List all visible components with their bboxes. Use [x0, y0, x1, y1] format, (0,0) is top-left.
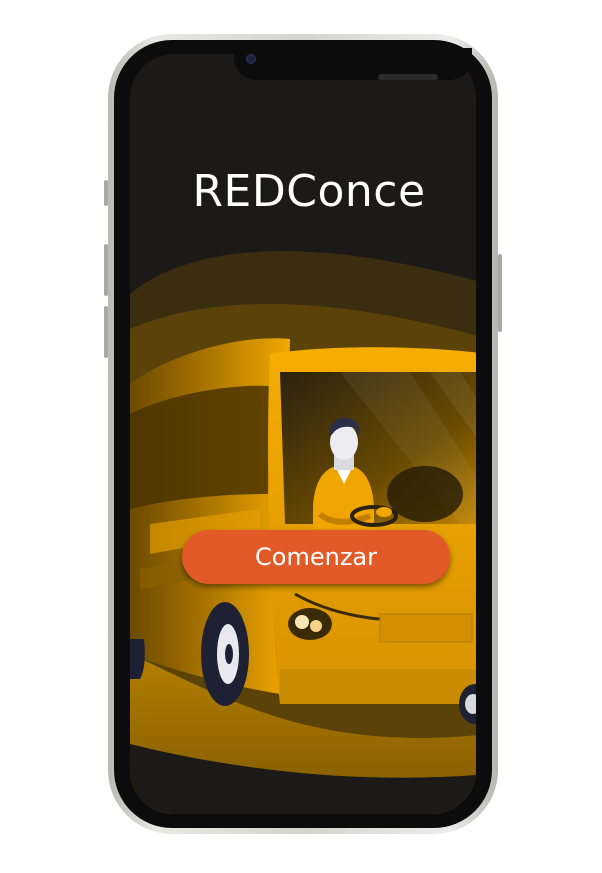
bus-front-wheel: [201, 602, 249, 706]
phone-side-button-volume-up: [104, 244, 108, 296]
phone-frame: REDConce Comenzar: [104, 34, 502, 834]
app-title: REDConce: [192, 166, 426, 217]
bus-plate: [379, 613, 473, 643]
start-button[interactable]: Comenzar: [182, 530, 450, 584]
phone-bezel: REDConce Comenzar: [114, 40, 492, 828]
phone-side-button-mute: [104, 180, 108, 206]
earpiece-speaker: [378, 74, 438, 80]
app-screen: REDConce Comenzar: [130, 54, 476, 814]
phone-side-button-power: [498, 254, 502, 332]
phone-side-button-volume-down: [104, 306, 108, 358]
front-camera-icon: [246, 54, 256, 64]
